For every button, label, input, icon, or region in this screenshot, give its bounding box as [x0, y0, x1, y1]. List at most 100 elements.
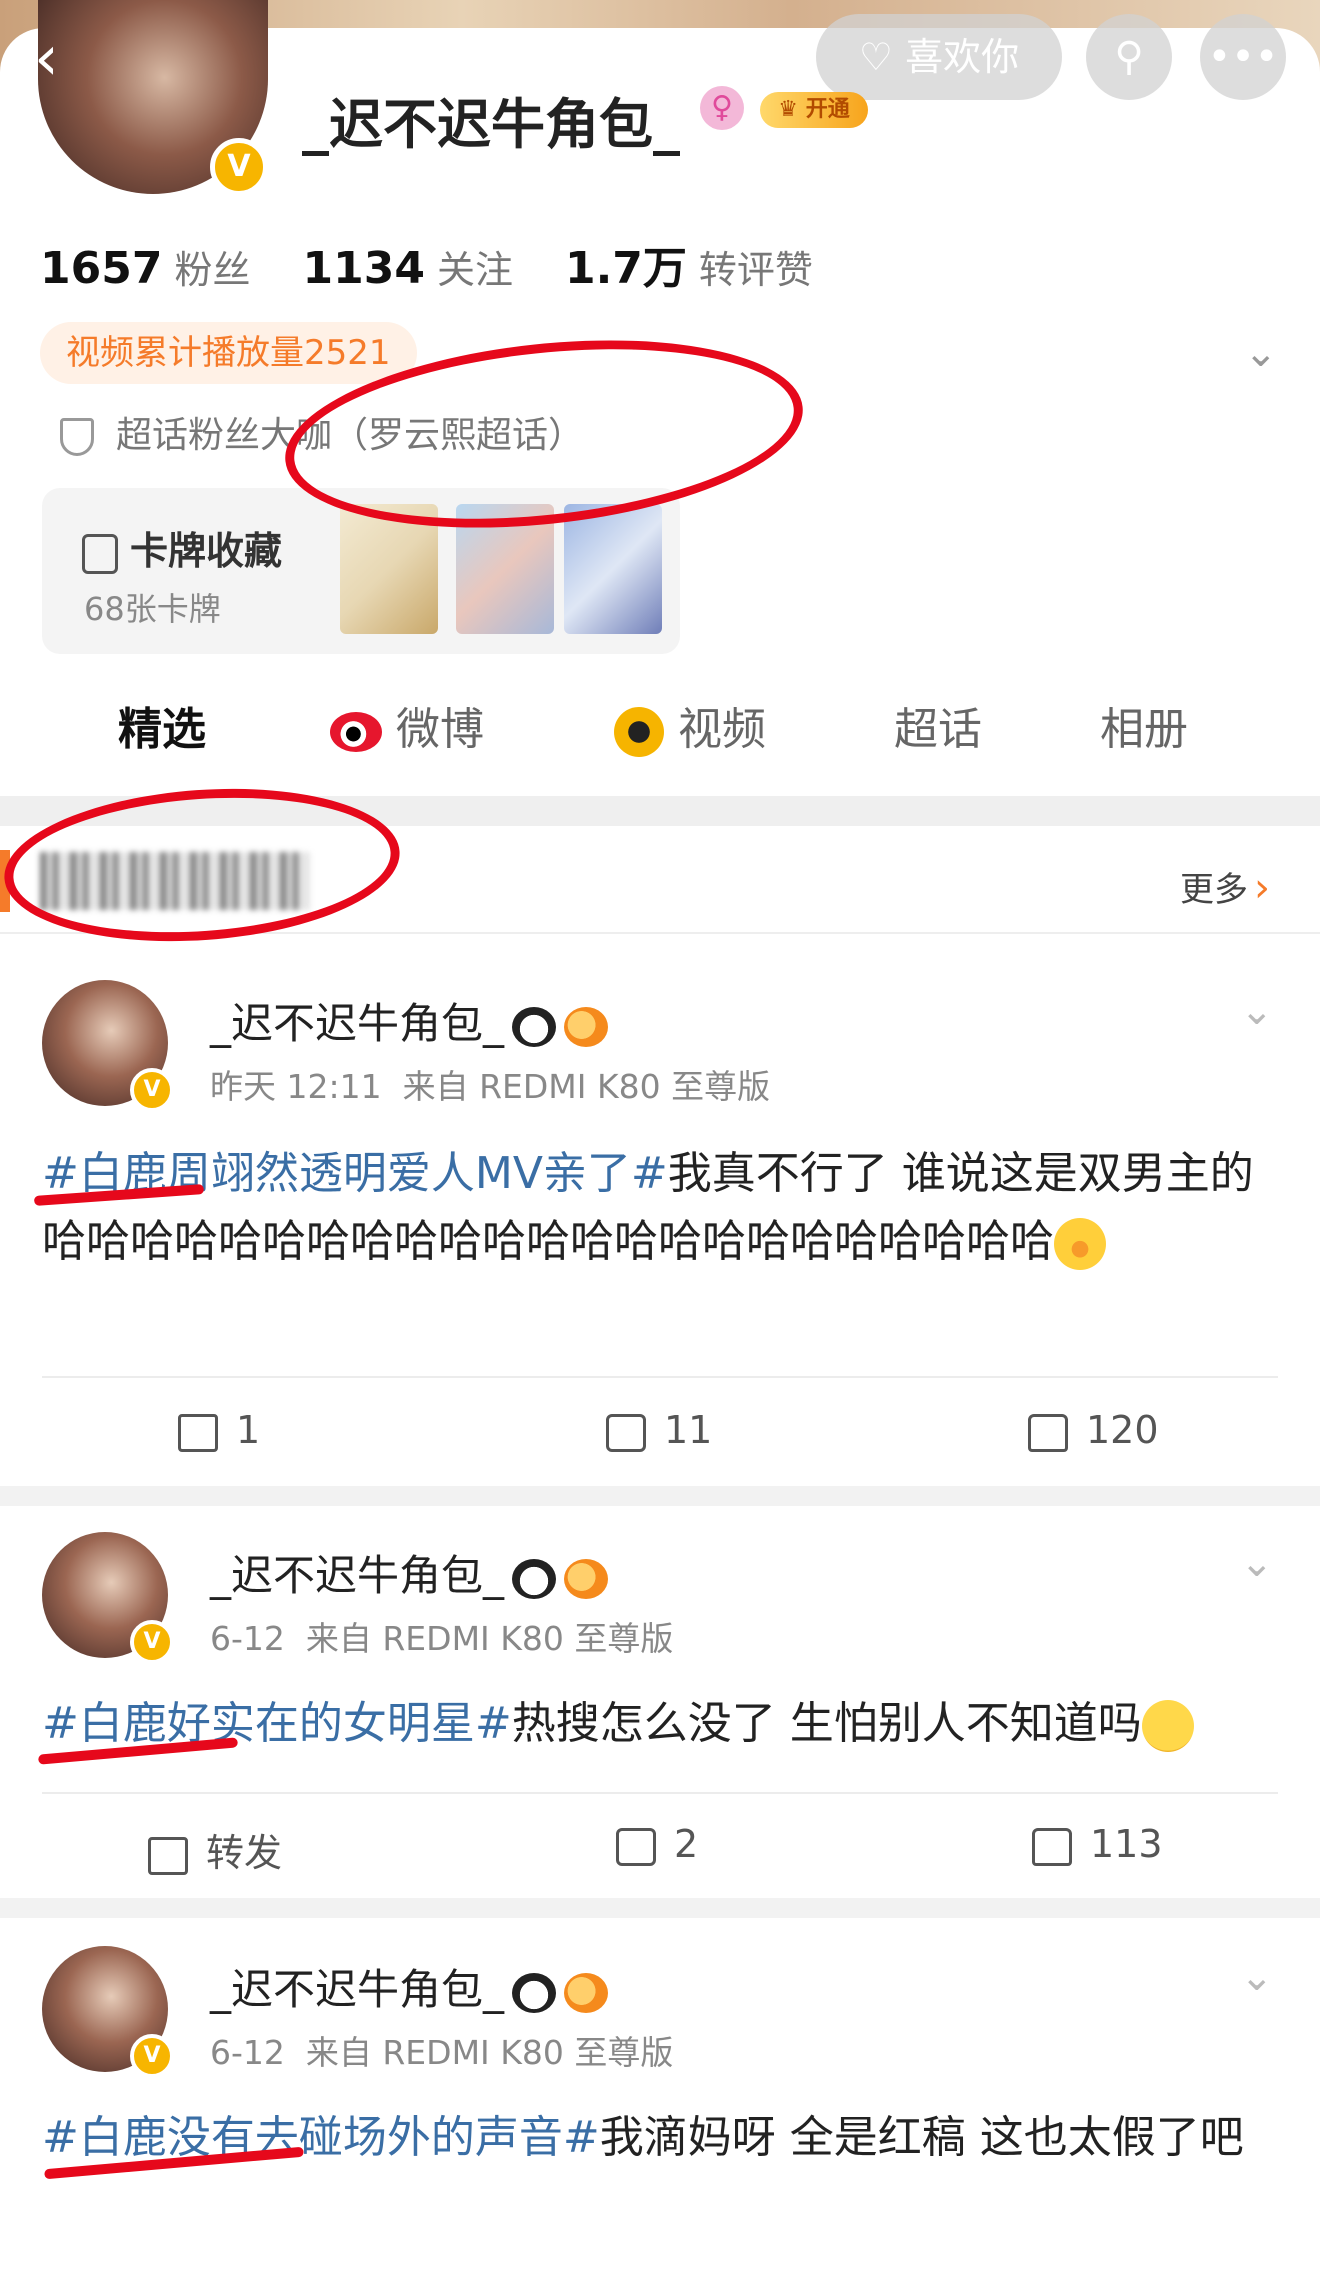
- vip-open-label: 开通: [805, 97, 850, 122]
- post-text: 我滴妈呀 全是红稿 这也太假了吧: [599, 2112, 1244, 2163]
- laugh-cry-emoji-icon: [1054, 1218, 1106, 1270]
- verified-badge-icon: V: [130, 2034, 174, 2078]
- stat-following[interactable]: 1134 关注: [302, 243, 564, 294]
- hashtag-link[interactable]: #白鹿好实在的女明星#: [42, 1698, 512, 1749]
- stat-label: 粉丝: [174, 248, 251, 292]
- tab-weibo-label: 微博: [396, 704, 484, 755]
- repost-button[interactable]: 转发: [148, 1822, 282, 1877]
- thumbs-up-icon: [1032, 1827, 1072, 1866]
- like-count: 120: [1086, 1408, 1159, 1452]
- share-icon: [178, 1413, 218, 1452]
- stat-followers[interactable]: 1657 粉丝: [40, 243, 302, 294]
- tab-supertalk[interactable]: 超话: [894, 690, 982, 770]
- fish-icon: [564, 1972, 609, 2013]
- hashtag-link[interactable]: #白鹿没有去碰场外的声音#: [42, 2112, 600, 2163]
- post-separator: [0, 1898, 1320, 1918]
- post-separator: [0, 1486, 1320, 1506]
- post-meta: 6-12 来自 REDMI K80 至尊版: [210, 2026, 673, 2074]
- profile-stats: 1657 粉丝 1134 关注 1.7万 转评赞: [40, 232, 865, 296]
- post-menu-chevron-icon[interactable]: ⌄: [1240, 1954, 1274, 2000]
- post-author[interactable]: _迟不迟牛角包_: [210, 1542, 609, 1603]
- like-count: 113: [1090, 1822, 1163, 1866]
- tab-weibo[interactable]: 微博: [330, 690, 484, 770]
- card-icon: [82, 533, 118, 574]
- post-source: 来自 REDMI K80 至尊版: [305, 2033, 674, 2072]
- post-author[interactable]: _迟不迟牛角包_: [210, 990, 609, 1051]
- post-time: 6-12: [210, 2033, 285, 2072]
- fish-icon: [564, 1006, 609, 1047]
- panda-icon: [512, 1558, 557, 1599]
- profile-username: _迟不迟牛角包_: [302, 93, 680, 156]
- female-gender-icon: ♀: [700, 86, 744, 130]
- like-you-button[interactable]: ♡ 喜欢你: [816, 14, 1062, 100]
- fish-icon: [564, 1558, 609, 1599]
- chevron-right-icon: ›: [1254, 865, 1270, 911]
- crown-icon: ♛: [778, 97, 799, 122]
- post-source: 来自 REDMI K80 至尊版: [305, 1619, 674, 1658]
- vip-open-badge[interactable]: ♛ 开通: [760, 92, 868, 128]
- post-author-name: _迟不迟牛角包_: [210, 1965, 505, 2014]
- tab-video-label: 视频: [678, 704, 766, 755]
- thinking-emoji-icon: [1141, 1700, 1194, 1752]
- verified-badge-icon: V: [210, 138, 268, 196]
- search-icon: ⚲: [1114, 34, 1144, 80]
- comment-icon: [606, 1413, 646, 1452]
- tab-featured[interactable]: 精选: [118, 690, 206, 770]
- verified-badge-icon: V: [130, 1068, 174, 1112]
- video-logo-icon: [614, 707, 664, 757]
- stat-number: 1657: [40, 243, 163, 294]
- like-you-label: 喜欢你: [905, 35, 1020, 79]
- card-title-label: 卡牌收藏: [130, 529, 283, 573]
- post-text: 热搜怎么没了 生怕别人不知道吗: [511, 1698, 1142, 1749]
- video-play-count-chip[interactable]: 视频累计播放量2521: [40, 322, 417, 384]
- more-link[interactable]: 更多 ›: [1180, 862, 1270, 911]
- chevron-down-icon[interactable]: ⌄: [1244, 330, 1278, 376]
- verified-badge-icon: V: [130, 1620, 174, 1664]
- comment-count: 11: [664, 1408, 713, 1452]
- like-button[interactable]: 120: [1028, 1408, 1159, 1452]
- search-button[interactable]: ⚲: [1086, 14, 1172, 100]
- post-author-name: _迟不迟牛角包_: [210, 999, 505, 1048]
- post-time: 昨天 12:11: [210, 1067, 382, 1106]
- heart-hand-icon: ♡: [858, 35, 893, 79]
- stat-label: 转评赞: [698, 248, 813, 292]
- thumbs-up-icon: [1028, 1413, 1068, 1452]
- shield-icon: [60, 418, 94, 456]
- weibo-logo-icon: [330, 712, 382, 752]
- post-divider: [42, 1376, 1278, 1378]
- post-author-name: _迟不迟牛角包_: [210, 1551, 505, 1600]
- comment-button[interactable]: 2: [616, 1822, 698, 1866]
- more-button[interactable]: •••: [1200, 14, 1286, 100]
- more-icon: •••: [1207, 34, 1279, 80]
- back-arrow-icon[interactable]: ‹: [34, 27, 94, 89]
- comment-button[interactable]: 11: [606, 1408, 712, 1452]
- post-meta: 6-12 来自 REDMI K80 至尊版: [210, 1612, 673, 1660]
- card-thumbnail[interactable]: [564, 504, 662, 634]
- post-source: 来自 REDMI K80 至尊版: [402, 1067, 771, 1106]
- comment-count: 2: [674, 1822, 699, 1866]
- more-label: 更多: [1180, 870, 1248, 910]
- share-icon: [148, 1836, 188, 1875]
- post-menu-chevron-icon[interactable]: ⌄: [1240, 1540, 1274, 1586]
- stat-label: 关注: [436, 248, 513, 292]
- tab-video[interactable]: 视频: [614, 690, 766, 770]
- panda-icon: [512, 1006, 557, 1047]
- post-time: 6-12: [210, 1619, 285, 1658]
- comment-icon: [616, 1827, 656, 1866]
- post-author[interactable]: _迟不迟牛角包_: [210, 1956, 609, 2017]
- post-menu-chevron-icon[interactable]: ⌄: [1240, 988, 1274, 1034]
- card-count: 68张卡牌: [84, 590, 221, 628]
- post-content[interactable]: #白鹿周翊然透明爱人MV亲了#我真不行了 谁说这是双男主的哈哈哈哈哈哈哈哈哈哈哈…: [42, 1140, 1292, 1276]
- post-divider: [42, 1792, 1278, 1794]
- like-button[interactable]: 113: [1032, 1822, 1163, 1866]
- panda-icon: [512, 1972, 557, 2013]
- repost-button[interactable]: 1: [178, 1408, 260, 1452]
- repost-count: 1: [236, 1408, 261, 1452]
- repost-label: 转发: [206, 1831, 283, 1875]
- stat-number: 1134: [302, 243, 425, 294]
- stat-number: 1.7万: [564, 243, 687, 294]
- post-meta: 昨天 12:11 来自 REDMI K80 至尊版: [210, 1060, 770, 1108]
- tab-album[interactable]: 相册: [1100, 690, 1188, 770]
- card-collection-title: 卡牌收藏: [82, 520, 282, 575]
- stat-interactions[interactable]: 1.7万 转评赞: [565, 243, 865, 294]
